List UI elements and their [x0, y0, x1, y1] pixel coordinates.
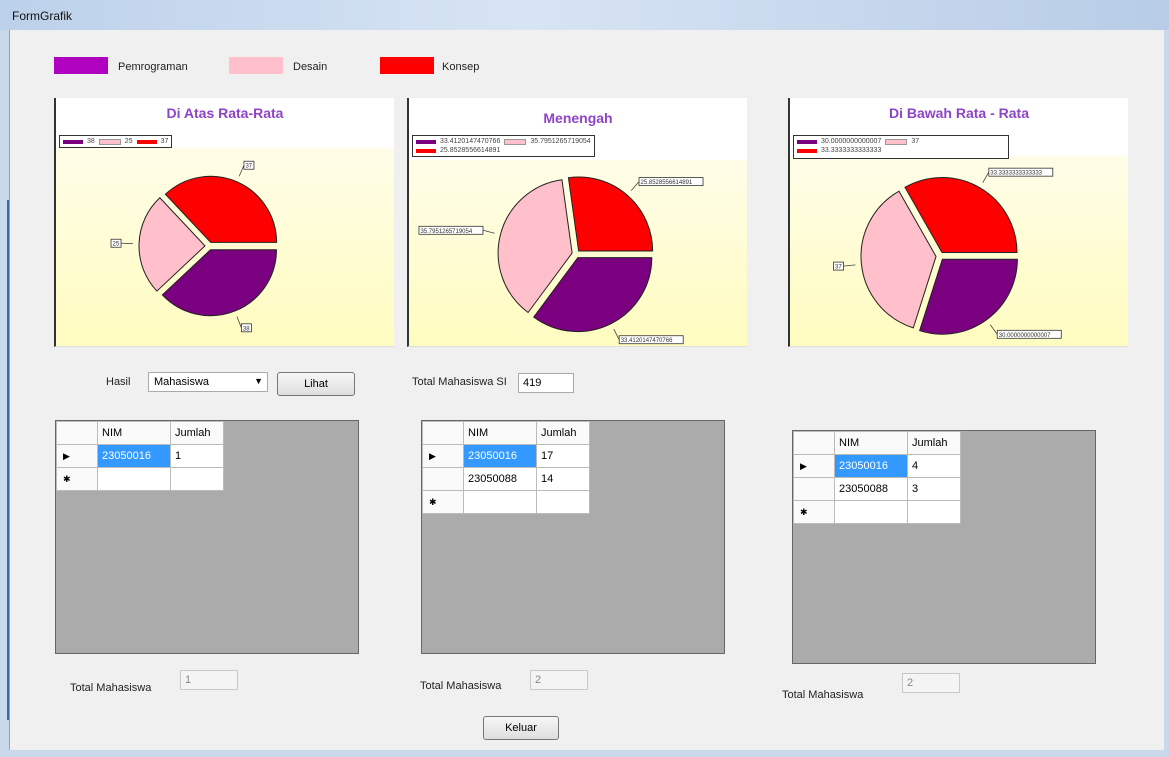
column-header-nim[interactable]: NIM	[97, 421, 171, 445]
cell-nim[interactable]	[97, 467, 171, 491]
cell-jumlah[interactable]: 3	[907, 477, 961, 501]
data-grid-di-bawah[interactable]: NIM Jumlah ▶ 23050016 4 23050088 3 ✱	[792, 430, 1096, 664]
total-mahasiswa-field[interactable]: 2	[530, 670, 588, 690]
window-title: FormGrafik	[12, 9, 72, 23]
table-row[interactable]: ▶ 23050016 1	[56, 444, 224, 468]
column-header-jumlah[interactable]: Jumlah	[907, 431, 961, 455]
pie-chart: 38 25 37	[110, 160, 278, 332]
pie-leader-line	[989, 324, 998, 335]
row-header[interactable]	[793, 477, 835, 501]
grid-corner	[422, 421, 464, 445]
hasil-dropdown-value: Mahasiswa	[154, 376, 210, 388]
row-pointer-icon[interactable]: ▶	[56, 444, 98, 468]
pie-leader-line	[482, 229, 495, 234]
row-header[interactable]	[422, 467, 464, 491]
cell-nim[interactable]	[463, 490, 537, 514]
cell-jumlah[interactable]	[907, 500, 961, 524]
pie-leader-line	[236, 316, 242, 328]
pie-slice-pemrograman	[918, 258, 1018, 335]
cell-jumlah[interactable]: 17	[536, 444, 590, 468]
pie-data-label: 37	[245, 164, 252, 170]
pie-data-label: 25.8528556614891	[641, 180, 693, 186]
title-bar[interactable]: FormGrafik	[0, 0, 1169, 30]
new-row[interactable]: ✱	[56, 467, 224, 491]
chart-di-atas-rata-rata: Di Atas Rata-Rata 38 25 37 38 25 37	[54, 98, 394, 347]
total-mahasiswa-field[interactable]: 2	[902, 673, 960, 693]
column-header-jumlah[interactable]: Jumlah	[536, 421, 590, 445]
new-row-asterisk-icon[interactable]: ✱	[56, 467, 98, 491]
pie-data-label: 37	[835, 265, 842, 271]
legend-swatch-pemrograman	[54, 57, 108, 74]
pie-data-label: 35.7951265719054	[420, 229, 472, 235]
column-header-jumlah[interactable]: Jumlah	[170, 421, 224, 445]
total-mahasiswa-label: Total Mahasiswa	[782, 689, 864, 701]
chart-di-bawah-rata-rata: Di Bawah Rata - Rata 30.0000000000007 37…	[788, 98, 1128, 347]
cell-nim[interactable]: 23050088	[463, 467, 537, 491]
new-row-asterisk-icon[interactable]: ✱	[793, 500, 835, 524]
pie-chart: 30.0000000000007 37 33.3333333333333	[833, 167, 1062, 339]
data-grid-menengah[interactable]: NIM Jumlah ▶ 23050016 17 23050088 14 ✱	[421, 420, 725, 654]
form-client-area: Pemrograman Desain Konsep Di Atas Rata-R…	[9, 30, 1164, 750]
new-row-asterisk-icon[interactable]: ✱	[422, 490, 464, 514]
chevron-down-icon[interactable]: ▼	[254, 376, 263, 386]
legend-label-pemrograman: Pemrograman	[118, 61, 188, 73]
grid-table: NIM Jumlah ▶ 23050016 17 23050088 14 ✱	[422, 421, 590, 514]
total-mahasiswa-field[interactable]: 1	[180, 670, 238, 690]
pie-leader-line	[613, 328, 620, 340]
pie-leader-line	[630, 181, 640, 191]
total-mahasiswa-label: Total Mahasiswa	[70, 682, 152, 694]
legend-label-konsep: Konsep	[442, 61, 480, 73]
grid-corner	[56, 421, 98, 445]
cell-jumlah[interactable]: 1	[170, 444, 224, 468]
row-pointer-icon[interactable]: ▶	[793, 454, 835, 478]
pie-leader-line	[982, 171, 990, 183]
grid-table: NIM Jumlah ▶ 23050016 4 23050088 3 ✱	[793, 431, 961, 524]
keluar-button[interactable]: Keluar	[483, 716, 559, 740]
pie-slice-konsep	[567, 176, 654, 252]
cell-nim[interactable]	[834, 500, 908, 524]
new-row[interactable]: ✱	[793, 500, 961, 524]
cell-nim[interactable]: 23050016	[834, 454, 908, 478]
pie-leader-line	[238, 165, 245, 177]
cell-nim[interactable]: 23050016	[97, 444, 171, 468]
pie-data-label: 30.0000000000007	[999, 333, 1051, 339]
cell-jumlah[interactable]: 14	[536, 467, 590, 491]
cell-nim[interactable]: 23050088	[834, 477, 908, 501]
new-row[interactable]: ✱	[422, 490, 590, 514]
lihat-button[interactable]: Lihat	[277, 372, 355, 396]
total-si-label: Total Mahasiswa SI	[412, 376, 507, 388]
row-pointer-icon[interactable]: ▶	[422, 444, 464, 468]
cell-jumlah[interactable]: 4	[907, 454, 961, 478]
form-window: FormGrafik Pemrograman Desain Konsep Di …	[0, 0, 1169, 757]
pie-data-label: 33.3333333333333	[990, 171, 1042, 177]
grid-corner	[793, 431, 835, 455]
hasil-label: Hasil	[106, 376, 131, 388]
pie-data-label: 38	[243, 326, 250, 332]
column-header-nim[interactable]: NIM	[463, 421, 537, 445]
column-header-nim[interactable]: NIM	[834, 431, 908, 455]
pie-chart: 33.4120147470766 35.7951265719054 25.85285…	[418, 176, 704, 344]
table-row[interactable]: 23050088 3	[793, 477, 961, 501]
table-row[interactable]: ▶ 23050016 17	[422, 444, 590, 468]
legend-label-desain: Desain	[293, 61, 328, 73]
chart-menengah: Menengah 33.4120147470766 35.79512657190…	[407, 98, 747, 347]
legend-swatch-desain	[229, 57, 283, 74]
grid-table: NIM Jumlah ▶ 23050016 1 ✱	[56, 421, 224, 491]
pie-data-label: 33.4120147470766	[621, 338, 673, 344]
hasil-dropdown[interactable]: Mahasiswa ▼	[148, 372, 268, 392]
pie-data-label: 25	[113, 242, 120, 248]
legend-swatch-konsep	[380, 57, 434, 74]
table-row[interactable]: 23050088 14	[422, 467, 590, 491]
table-row[interactable]: ▶ 23050016 4	[793, 454, 961, 478]
total-mahasiswa-label: Total Mahasiswa	[420, 680, 502, 692]
total-si-field[interactable]: 419	[518, 373, 574, 393]
cell-jumlah[interactable]	[170, 467, 224, 491]
pie-leader-line	[843, 264, 856, 267]
cell-jumlah[interactable]	[536, 490, 590, 514]
cell-nim[interactable]: 23050016	[463, 444, 537, 468]
data-grid-di-atas[interactable]: NIM Jumlah ▶ 23050016 1 ✱	[55, 420, 359, 654]
